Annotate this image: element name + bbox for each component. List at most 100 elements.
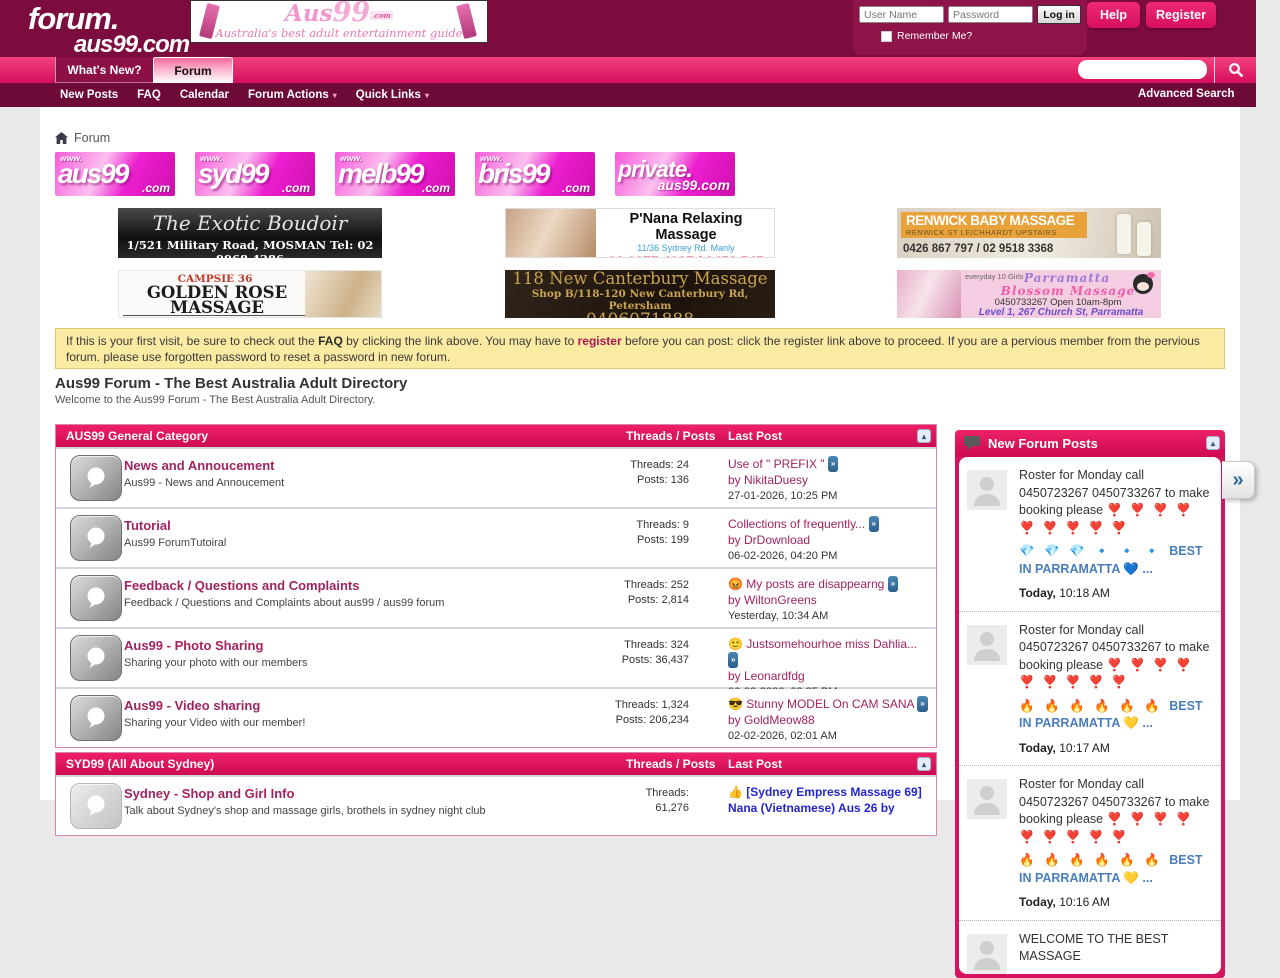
forum-description: Feedback / Questions and Complaints abou… [124,597,594,609]
breadcrumb-forum-link[interactable]: Forum [74,131,110,145]
login-button[interactable]: Log in [1037,5,1081,24]
post-title-link[interactable]: Roster for Monday call 0450723267 045073… [1019,622,1213,733]
nav-calendar[interactable]: Calendar [180,89,229,101]
ad-photo [506,209,596,258]
search-input[interactable] [1078,60,1207,79]
ad-renwick-massage[interactable]: RENWICK BABY MASSAGE RENWICK ST LEICHHAR… [897,208,1161,258]
logo-line1: forum. [28,3,189,34]
ad-exotic-boudoir[interactable]: The Exotic Boudoir 1/521 Military Road, … [118,208,382,258]
banner-com: aus99.com [658,177,730,193]
last-post-author-link[interactable]: by WiltonGreens [728,592,930,608]
goto-last-post-icon[interactable]: » [728,652,738,668]
goto-last-post-icon[interactable]: » [869,516,879,532]
home-icon[interactable] [55,132,68,144]
last-post-title-link[interactable]: 😎 Stunny MODEL On CAM SANA [728,697,914,711]
last-post: 😎 Stunny MODEL On CAM SANA » by GoldMeow… [728,696,930,744]
help-button[interactable]: Help [1087,2,1140,28]
new-post-item: WELCOME TO THE BEST MASSAGE [959,920,1221,974]
last-post-title-link[interactable]: 😡 My posts are disappearng [728,577,884,591]
new-post-item: Roster for Monday call 0450723267 045073… [959,765,1221,920]
ad-blossom-massage[interactable]: everyday 10 Girls Parramatta Blossom Mas… [897,270,1161,318]
goto-last-post-icon[interactable]: » [888,576,898,592]
first-visit-notice: If this is your first visit, be sure to … [55,328,1225,369]
last-post-author-link[interactable]: by DrDownload [728,532,930,548]
post-date: Today, 10:18 AM [1019,585,1213,603]
banner-aus99[interactable]: www. aus99 .com [55,152,175,196]
ad-118-canterbury-massage[interactable]: 118 New Canterbury Massage Shop B/118-12… [505,270,775,318]
advanced-search-link[interactable]: Advanced Search [1138,88,1235,100]
avatar [967,470,1007,510]
banner-bris99[interactable]: www. bris99 .com [475,152,595,196]
last-post-author-link[interactable]: by Leonardfdg [728,668,930,684]
nav-new-posts[interactable]: New Posts [60,89,118,101]
last-post-date: Yesterday, 10:34 AM [728,608,930,624]
ad-address: Shop B/118-120 New Canterbury Rd, Peters… [505,288,775,312]
collapse-icon[interactable]: ▴ [917,429,931,443]
last-post-title-link[interactable]: Collections of frequently... [728,517,865,531]
search-button[interactable] [1214,57,1256,83]
ad-title: Blossom Massage [993,284,1143,298]
nav-quick-links[interactable]: Quick Links▾ [356,89,429,101]
forum-link[interactable]: News and Annoucement [124,458,594,473]
collapse-icon[interactable]: ▴ [917,757,931,771]
last-post-title-link[interactable]: 👍 [Sydney Empress Massage 69] [728,785,922,799]
header-banner-ad[interactable]: Aus99.com Australia's best adult enterta… [190,0,488,43]
goto-last-post-icon[interactable]: » [828,456,838,472]
ad-title: 118 New Canterbury Massage [505,270,775,288]
register-link[interactable]: register [578,334,622,348]
forum-status-icon [70,783,122,829]
forum-row: News and Annoucement Aus99 - News and An… [56,449,936,507]
last-post-author-link[interactable]: by NikitaDuesy [728,472,930,488]
tab-whats-new[interactable]: What's New? [55,57,153,83]
post-date: Today, 10:17 AM [1019,740,1213,758]
forum-stats: Threads: 61,276 [601,786,689,816]
goto-last-post-icon[interactable]: » [917,696,927,712]
widget-title: New Forum Posts [988,436,1098,451]
username-input[interactable] [859,6,944,23]
password-input[interactable] [948,6,1033,23]
remember-me-checkbox[interactable] [881,31,892,42]
last-post-author-link[interactable]: by GoldMeow88 [728,712,930,728]
forum-status-icon [70,575,122,621]
last-post-title-link[interactable]: 🙂 Justsomehourhoe miss Dahlia... [728,637,917,651]
category-header[interactable]: AUS99 General Category Threads / Posts L… [56,425,936,447]
last-post-date: 02-02-2026, 02:01 AM [728,728,930,744]
forum-link[interactable]: Feedback / Questions and Complaints [124,578,594,593]
banner-private-aus99[interactable]: private. aus99.com [615,152,735,196]
banner-melb99[interactable]: www. melb99 .com [335,152,455,196]
forum-row: Feedback / Questions and Complaints Feed… [56,569,936,627]
last-post: 😡 My posts are disappearng » by WiltonGr… [728,576,930,624]
forum-link[interactable]: Aus99 - Video sharing [124,698,594,713]
sidebar-expand-button[interactable]: » [1222,461,1255,499]
collapse-icon[interactable]: ▴ [1206,436,1220,450]
ad-phone: 0406071888 [505,312,775,318]
tab-forum[interactable]: Forum [153,57,233,83]
banner-syd99[interactable]: www. syd99 .com [195,152,315,196]
avatar [967,625,1007,665]
register-button[interactable]: Register [1146,2,1216,28]
avatar [967,934,1007,974]
chevron-down-icon: ▾ [333,91,337,100]
last-post-author-link[interactable]: Nana (Vietnamese) Aus 26 by [728,800,930,816]
faq-link[interactable]: FAQ [318,334,343,348]
banner-name: melb99 [338,158,423,190]
forum-link[interactable]: Sydney - Shop and Girl Info [124,786,594,801]
forum-link[interactable]: Tutorial [124,518,594,533]
forum-link[interactable]: Aus99 - Photo Sharing [124,638,594,653]
post-title-link[interactable]: WELCOME TO THE BEST MASSAGE [1019,931,1213,966]
page-subtitle: Welcome to the Aus99 Forum - The Best Au… [55,394,375,406]
banner-com: .com [562,181,590,195]
top-header: forum. aus99.com Aus99.com Australia's b… [0,0,1256,57]
last-post-title-link[interactable]: Use of " PREFIX " [728,457,825,471]
ad-golden-rose-massage[interactable]: CAMPSIE 36 GOLDEN ROSE MASSAGE 36 NORTH … [118,270,382,318]
post-title-link[interactable]: Roster for Monday call 0450723267 045073… [1019,467,1213,578]
forum-description: Aus99 - News and Annoucement [124,477,594,489]
forum-row: Aus99 - Video sharing Sharing your Video… [56,689,936,747]
category-header[interactable]: SYD99 (All About Sydney) Threads / Posts… [56,753,936,775]
nav-forum-actions[interactable]: Forum Actions▾ [248,89,337,101]
post-title-link[interactable]: Roster for Monday call 0450723267 045073… [1019,776,1213,887]
ad-title: RENWICK BABY MASSAGE [906,213,1082,228]
site-logo[interactable]: forum. aus99.com [28,3,189,57]
ad-pnana-massage[interactable]: P'Nana Relaxing Massage 11/36 Sydney Rd.… [505,208,775,258]
nav-faq[interactable]: FAQ [137,89,161,101]
